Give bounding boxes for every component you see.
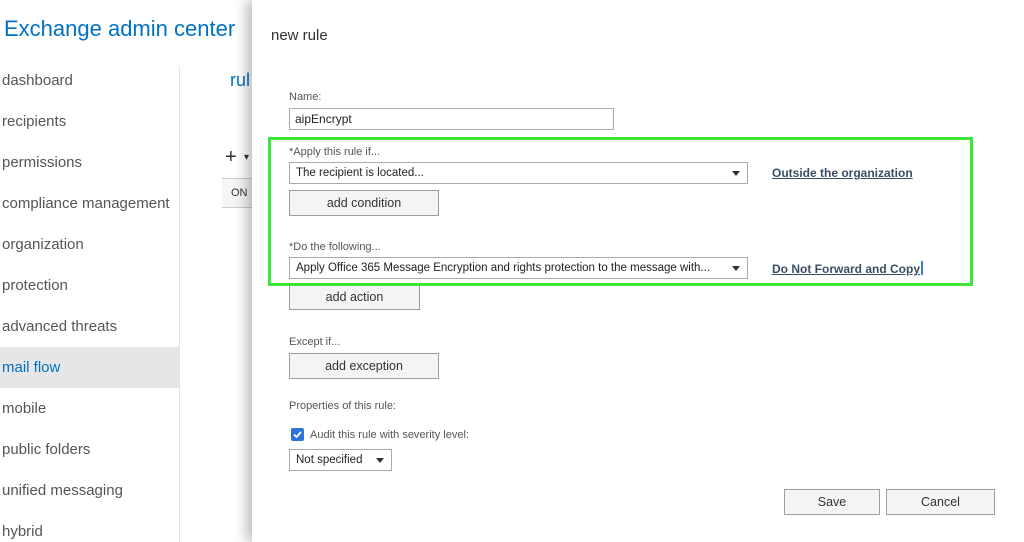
rules-heading: rul: [230, 70, 251, 90]
sidebar-divider: [179, 66, 180, 542]
condition-select[interactable]: The recipient is located...: [289, 162, 748, 184]
new-rule-dialog: new rule Name: aipEncrypt *Apply this ru…: [252, 0, 1024, 542]
sidebar-nav: dashboard recipients permissions complia…: [0, 60, 180, 542]
action-select[interactable]: Apply Office 365 Message Encryption and …: [289, 257, 748, 279]
save-button[interactable]: Save: [784, 489, 880, 515]
audit-label: Audit this rule with severity level:: [310, 429, 469, 441]
condition-select-value: The recipient is located...: [296, 167, 424, 179]
sidebar-item-mobile[interactable]: mobile: [0, 388, 180, 429]
do-not-forward-link[interactable]: Do Not Forward and Copy: [772, 261, 923, 276]
sidebar-item-unified-messaging[interactable]: unified messaging: [0, 470, 180, 511]
sidebar-item-dashboard[interactable]: dashboard: [0, 60, 180, 101]
chevron-down-icon[interactable]: ▾: [244, 152, 249, 163]
app-title: Exchange admin center: [4, 16, 236, 41]
chevron-down-icon: [376, 458, 384, 463]
except-if-label: Except if...: [289, 336, 341, 348]
dialog-title: new rule: [271, 27, 328, 44]
do-not-forward-link-text: Do Not Forward and Copy: [772, 262, 920, 276]
chevron-down-icon: [732, 171, 740, 176]
sidebar-item-public-folders[interactable]: public folders: [0, 429, 180, 470]
add-rule-icon[interactable]: +: [225, 146, 237, 169]
name-label: Name:: [289, 91, 322, 103]
sidebar-item-recipients[interactable]: recipients: [0, 101, 180, 142]
audit-checkbox[interactable]: [291, 428, 304, 441]
severity-select-value: Not specified: [296, 454, 363, 466]
outside-organization-link[interactable]: Outside the organization: [772, 166, 913, 180]
do-following-label: *Do the following...: [289, 241, 381, 253]
name-input[interactable]: aipEncrypt: [289, 108, 614, 130]
chevron-down-icon: [732, 266, 740, 271]
action-select-value: Apply Office 365 Message Encryption and …: [296, 262, 711, 274]
sidebar-item-organization[interactable]: organization: [0, 224, 180, 265]
sidebar-item-hybrid[interactable]: hybrid: [0, 511, 180, 542]
cancel-button[interactable]: Cancel: [886, 489, 995, 515]
apply-rule-label: *Apply this rule if...: [289, 146, 381, 158]
rule-status-column: ON: [222, 178, 252, 208]
add-condition-button[interactable]: add condition: [289, 190, 439, 216]
sidebar-item-mail-flow[interactable]: mail flow: [0, 347, 180, 388]
checkmark-icon: [293, 431, 302, 439]
properties-label: Properties of this rule:: [289, 400, 396, 412]
add-action-button[interactable]: add action: [289, 284, 420, 310]
severity-select[interactable]: Not specified: [289, 449, 392, 471]
add-exception-button[interactable]: add exception: [289, 353, 439, 379]
sidebar-item-protection[interactable]: protection: [0, 265, 180, 306]
sidebar-item-permissions[interactable]: permissions: [0, 142, 180, 183]
sidebar-item-advanced-threats[interactable]: advanced threats: [0, 306, 180, 347]
sidebar-item-compliance-management[interactable]: compliance management: [0, 183, 180, 224]
text-cursor: [921, 261, 923, 275]
